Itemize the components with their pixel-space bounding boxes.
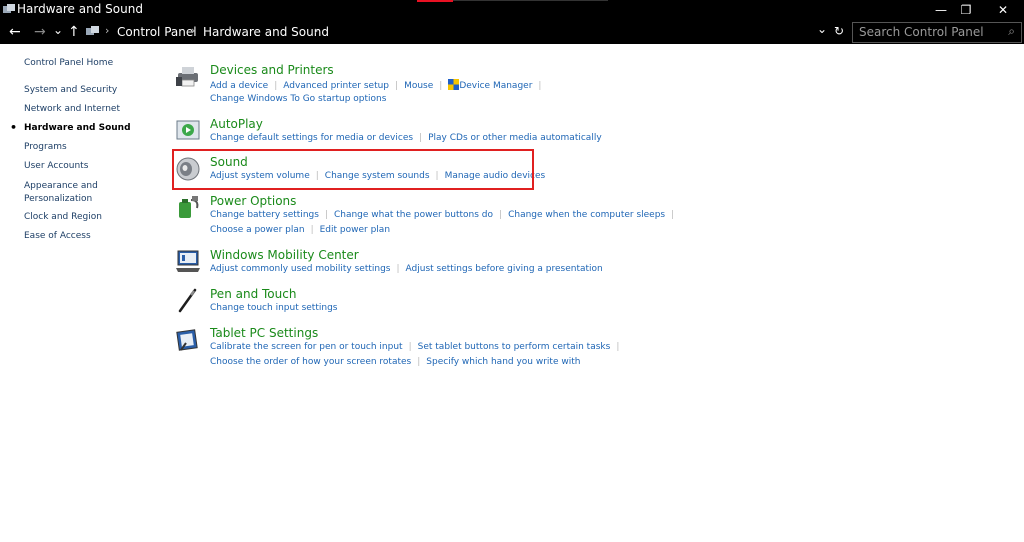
link-add-a-device[interactable]: Add a device	[210, 81, 268, 91]
address-dropdown-button[interactable]: ⌄	[817, 22, 827, 36]
category-links: Choose a power plan | Edit power plan	[210, 225, 390, 235]
sidebar-item-control-panel-home[interactable]: Control Panel Home	[24, 57, 113, 70]
link-divider: |	[417, 357, 421, 367]
category-title[interactable]: Windows Mobility Center	[210, 248, 359, 262]
category-links: Change default settings for media or dev…	[210, 133, 602, 143]
address-bar[interactable]: › Control Panel › Hardware and Sound › ⌄…	[84, 22, 848, 42]
link-change-sleep[interactable]: Change when the computer sleeps	[508, 210, 665, 220]
category-title[interactable]: Power Options	[210, 194, 296, 208]
link-divider: |	[499, 210, 503, 220]
link-screen-rotation-order[interactable]: Choose the order of how your screen rota…	[210, 357, 411, 367]
category-links: Calibrate the screen for pen or touch in…	[210, 342, 625, 352]
link-change-battery-settings[interactable]: Change battery settings	[210, 210, 319, 220]
sidebar-item-hardware-and-sound[interactable]: • Hardware and Sound	[10, 121, 131, 135]
link-calibrate-screen[interactable]: Calibrate the screen for pen or touch in…	[210, 342, 403, 352]
link-divider: |	[395, 81, 399, 91]
sidebar-item-system-and-security[interactable]: System and Security	[24, 84, 117, 97]
sidebar-item-network-and-internet[interactable]: Network and Internet	[24, 103, 120, 116]
search-input[interactable]: Search Control Panel ⌕	[852, 22, 1022, 43]
sidebar-item-ease-of-access[interactable]: Ease of Access	[24, 230, 91, 243]
category-links: Change touch input settings	[210, 303, 337, 313]
link-change-touch-input-settings[interactable]: Change touch input settings	[210, 303, 337, 313]
pen-icon	[178, 288, 197, 313]
link-divider: |	[419, 133, 423, 143]
link-divider: |	[408, 342, 412, 352]
link-divider: |	[324, 210, 328, 220]
link-divider: |	[671, 210, 675, 220]
sound-highlight-box	[172, 149, 534, 190]
link-edit-power-plan[interactable]: Edit power plan	[320, 225, 390, 235]
category-title[interactable]: Devices and Printers	[210, 63, 334, 77]
sidebar-item-clock-and-region[interactable]: Clock and Region	[24, 211, 102, 224]
link-mouse[interactable]: Mouse	[404, 81, 433, 91]
category-links: Adjust commonly used mobility settings | A…	[210, 264, 603, 274]
control-panel-icon	[3, 4, 15, 13]
sidebar-item-label: Hardware and Sound	[24, 123, 131, 133]
uac-shield-icon	[448, 79, 460, 90]
link-presentation-settings[interactable]: Adjust settings before giving a presenta…	[406, 264, 603, 274]
category-title[interactable]: Tablet PC Settings	[210, 326, 318, 340]
link-set-tablet-buttons[interactable]: Set tablet buttons to perform certain ta…	[418, 342, 611, 352]
category-links: Choose the order of how your screen rota…	[210, 357, 580, 367]
window-title: Hardware and Sound	[17, 2, 143, 16]
link-handedness[interactable]: Specify which hand you write with	[426, 357, 580, 367]
link-divider: |	[439, 81, 443, 91]
link-advanced-printer-setup[interactable]: Advanced printer setup	[283, 81, 389, 91]
mobility-center-icon	[176, 250, 200, 272]
sidebar-item-personalization[interactable]: Personalization	[24, 193, 92, 206]
breadcrumb-hardware-and-sound[interactable]: Hardware and Sound	[203, 25, 329, 39]
title-bar: Hardware and Sound — ❐ ✕	[0, 0, 1024, 20]
category-title[interactable]: AutoPlay	[210, 117, 263, 131]
up-button[interactable]: ↑	[68, 23, 80, 41]
category-links: Change battery settings | Change what the …	[210, 210, 680, 220]
search-placeholder: Search Control Panel	[859, 25, 984, 39]
tablet-icon	[176, 329, 198, 351]
breadcrumb-control-panel[interactable]: Control Panel	[117, 25, 197, 39]
category-links: Change Windows To Go startup options	[210, 94, 386, 104]
link-device-manager[interactable]: Device Manager	[459, 81, 532, 91]
link-divider: |	[396, 264, 400, 274]
forward-button[interactable]: →	[34, 23, 46, 41]
link-divider: |	[616, 342, 620, 352]
recent-locations-button[interactable]: ⌄	[53, 21, 63, 39]
title-accent	[417, 0, 453, 2]
link-adjust-mobility-settings[interactable]: Adjust commonly used mobility settings	[210, 264, 390, 274]
title-accent-line	[453, 0, 608, 1]
refresh-icon[interactable]: ↻	[834, 24, 844, 38]
link-windows-to-go-startup[interactable]: Change Windows To Go startup options	[210, 94, 386, 104]
autoplay-icon	[176, 120, 200, 140]
link-choose-power-plan[interactable]: Choose a power plan	[210, 225, 305, 235]
search-icon[interactable]: ⌕	[1008, 24, 1015, 39]
printer-icon	[176, 67, 198, 87]
close-button[interactable]: ✕	[980, 0, 1024, 20]
control-panel-icon	[86, 26, 99, 35]
link-divider: |	[274, 81, 278, 91]
breadcrumb-separator[interactable]: ›	[105, 24, 109, 37]
power-options-icon	[179, 196, 199, 218]
category-links: Add a device | Advanced printer setup | Mous…	[210, 79, 547, 91]
navigation-bar: ← → ⌄ ↑ › Control Panel › Hardware and S…	[0, 20, 1024, 44]
breadcrumb-separator[interactable]: ›	[191, 24, 195, 37]
active-bullet: •	[10, 121, 18, 134]
sidebar-item-appearance[interactable]: Appearance and	[24, 180, 98, 193]
link-divider: |	[310, 225, 314, 235]
breadcrumb-separator[interactable]: ›	[314, 24, 318, 37]
sidebar-item-user-accounts[interactable]: User Accounts	[24, 160, 88, 173]
link-play-cds-automatically[interactable]: Play CDs or other media automatically	[428, 133, 602, 143]
link-divider: |	[538, 81, 542, 91]
link-change-power-buttons[interactable]: Change what the power buttons do	[334, 210, 493, 220]
link-change-default-media-settings[interactable]: Change default settings for media or dev…	[210, 133, 413, 143]
sidebar-item-programs[interactable]: Programs	[24, 141, 67, 154]
category-title[interactable]: Pen and Touch	[210, 287, 296, 301]
back-button[interactable]: ←	[9, 23, 21, 41]
